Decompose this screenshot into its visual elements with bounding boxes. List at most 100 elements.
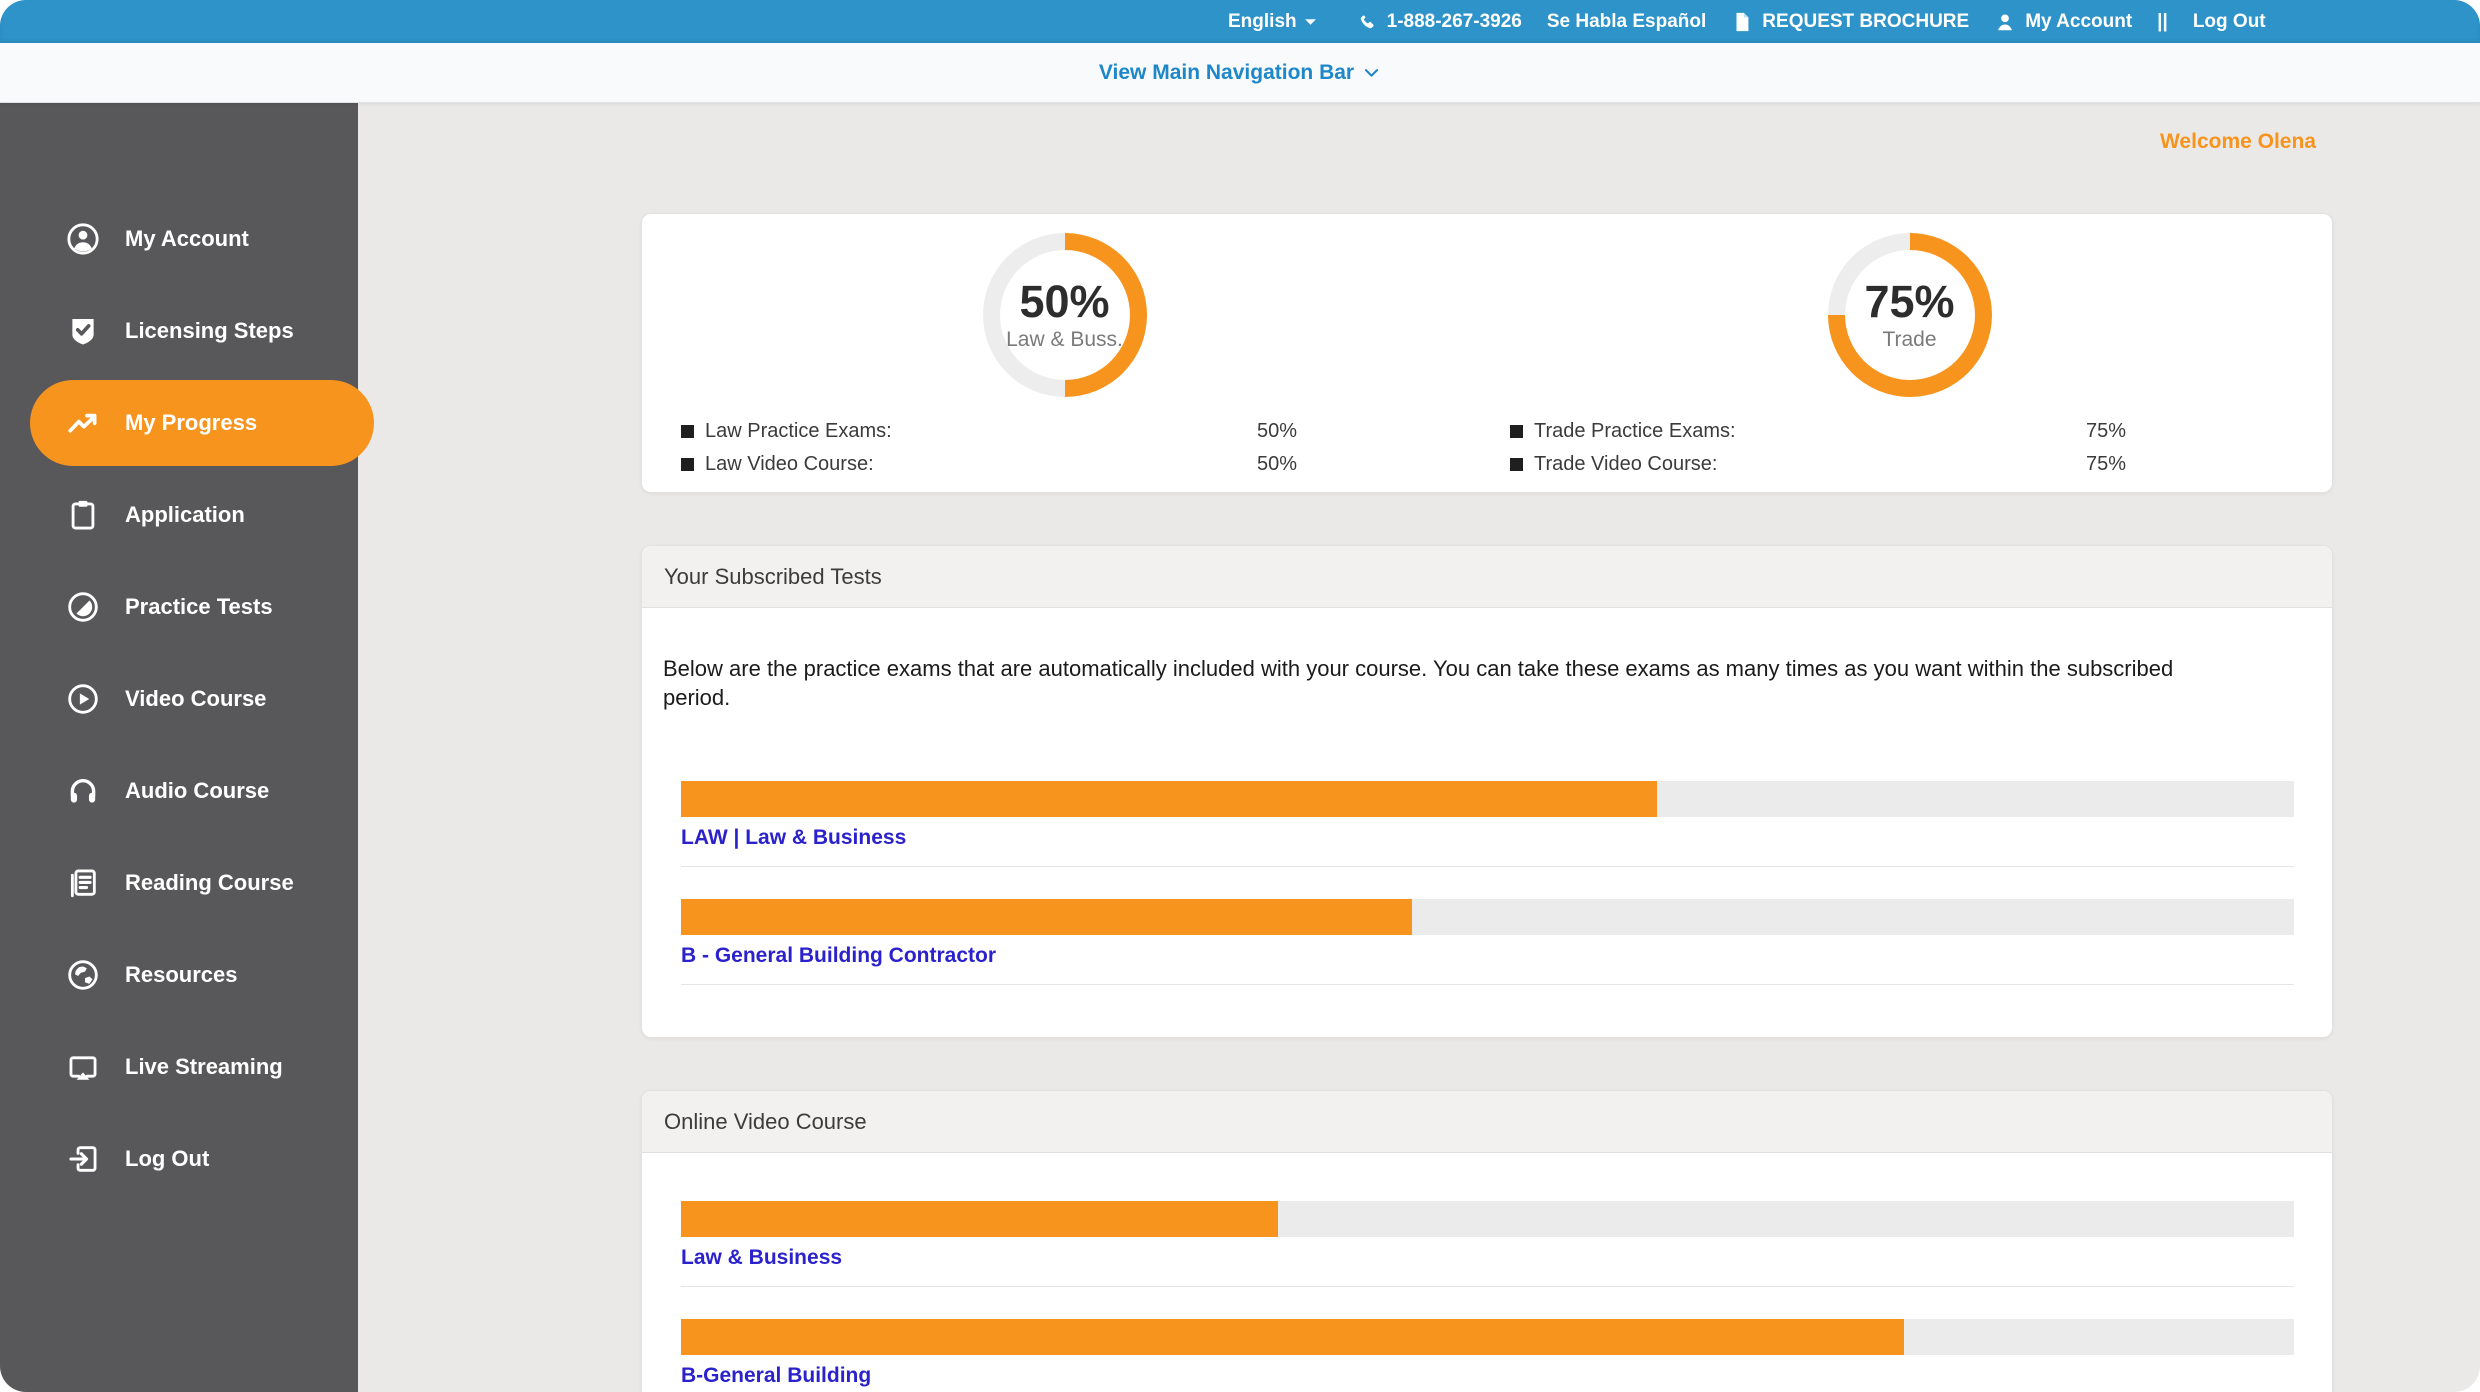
topbar-separator: ||	[2157, 10, 2168, 32]
sidebar-item-label: Practice Tests	[125, 594, 273, 619]
online-video-course-card: Online Video Course Law & Business B-Gen…	[641, 1090, 2333, 1392]
language-dropdown[interactable]: English	[1228, 11, 1317, 33]
trade-progress-donut: 75% Trade	[1827, 233, 1992, 397]
test-progress-row: B - General Building Contractor	[681, 899, 2294, 986]
view-main-navigation-label: View Main Navigation Bar	[1098, 60, 1355, 84]
headphones-icon	[66, 774, 100, 808]
test-progress-row: LAW | Law & Business	[681, 781, 2294, 868]
legend-label: Trade Practice Exams:	[1534, 420, 1736, 442]
sidebar-item-label: Live Streaming	[125, 1054, 283, 1079]
legend-bullet	[681, 458, 694, 471]
sidebar-item-label: My Progress	[125, 410, 258, 435]
sidebar-item-application[interactable]: Application	[0, 469, 358, 561]
sidebar-item-licensing-steps[interactable]: Licensing Steps	[0, 285, 358, 377]
app-page: English 1-888-267-3926 Se Habla Español …	[0, 0, 2480, 1392]
legend-label: Trade Video Course:	[1534, 453, 1718, 475]
card-title: Your Subscribed Tests	[642, 546, 2332, 608]
clipboard-icon	[66, 498, 100, 532]
card-title: Online Video Course	[642, 1091, 2332, 1154]
sidebar-item-label: Log Out	[125, 1146, 210, 1171]
pie-icon	[66, 590, 100, 624]
law-progress-donut: 50% Law & Buss.	[982, 233, 1147, 397]
subscribed-tests-description: Below are the practice exams that are au…	[663, 656, 2174, 711]
legend-row: Law Practice Exams: 50%	[681, 420, 1297, 443]
progress-fill	[681, 899, 1412, 936]
legend-value: 75%	[2085, 453, 2126, 475]
phone-icon	[1356, 11, 1378, 33]
sidebar-item-my-account[interactable]: My Account	[0, 193, 358, 285]
test-link[interactable]: LAW | Law & Business	[681, 826, 906, 850]
reading-icon	[66, 866, 100, 900]
progress-summary-card: 50% Law & Buss. 75% Trade Law Practice E…	[641, 213, 2333, 493]
legend-row: Trade Practice Exams: 75%	[1510, 420, 2126, 443]
sidebar-item-my-progress[interactable]: My Progress	[30, 380, 374, 466]
legend-bullet	[681, 425, 694, 438]
course-link[interactable]: B-General Building	[681, 1364, 871, 1388]
sidebar-item-log-out[interactable]: Log Out	[0, 1113, 358, 1205]
subscribed-tests-card: Your Subscribed Tests Below are the prac…	[641, 545, 2333, 1039]
sidebar-item-label: My Account	[125, 226, 249, 251]
main-content: Welcome Olena 50% Law & Buss. 75% Trade …	[358, 103, 2480, 1392]
sidebar-item-label: Reading Course	[125, 870, 294, 895]
globe-icon	[66, 958, 100, 992]
progress-track	[681, 1319, 2294, 1356]
sidebar-item-label: Audio Course	[125, 778, 270, 803]
phone-number: 1-888-267-3926	[1386, 10, 1522, 32]
language-label: English	[1228, 10, 1297, 32]
legend-label: Law Video Course:	[705, 453, 874, 475]
legend-bullet	[1510, 458, 1523, 471]
phone-link[interactable]: 1-888-267-3926	[1356, 11, 1522, 33]
sidebar-nav: My Account Licensing Steps My Progress A…	[0, 103, 374, 1392]
top-utility-bar: English 1-888-267-3926 Se Habla Español …	[0, 0, 2480, 43]
logout-link[interactable]: Log Out	[2193, 11, 2266, 33]
play-circle-icon	[66, 682, 100, 716]
person-icon	[1994, 11, 2016, 33]
user-icon	[66, 222, 100, 256]
progress-fill	[681, 781, 1657, 818]
legend-value: 75%	[2085, 420, 2126, 442]
view-main-navigation-toggle[interactable]: View Main Navigation Bar	[1099, 61, 1381, 85]
sidebar-item-video-course[interactable]: Video Course	[0, 653, 358, 745]
legend-value: 50%	[1256, 453, 1297, 475]
course-link[interactable]: Law & Business	[681, 1246, 842, 1270]
request-brochure-link[interactable]: REQUEST BROCHURE	[1731, 11, 1969, 33]
course-progress-row: Law & Business	[681, 1201, 2294, 1288]
legend-bullet	[1510, 425, 1523, 438]
donut-percent: 75%	[1864, 275, 1955, 327]
progress-track	[681, 781, 2294, 818]
se-habla-link[interactable]: Se Habla Español	[1547, 11, 1706, 33]
legend-label: Law Practice Exams:	[705, 420, 892, 442]
welcome-text: Welcome Olena	[2159, 130, 2316, 153]
logout-icon	[66, 1142, 100, 1176]
brochure-document-icon	[1731, 11, 1753, 33]
request-brochure-label: REQUEST BROCHURE	[1762, 10, 1970, 32]
progress-track	[681, 1201, 2294, 1238]
sidebar-item-live-streaming[interactable]: Live Streaming	[0, 1021, 358, 1113]
donut-sublabel: Trade	[1882, 327, 1937, 351]
secondary-nav-bar: View Main Navigation Bar	[0, 43, 2480, 103]
chevron-down-icon	[1304, 18, 1316, 25]
legend-row: Law Video Course: 50%	[681, 453, 1297, 476]
sidebar-item-reading-course[interactable]: Reading Course	[0, 837, 358, 929]
sidebar-item-audio-course[interactable]: Audio Course	[0, 745, 358, 837]
trend-up-icon	[66, 406, 100, 440]
donut-percent: 50%	[1019, 275, 1110, 327]
chevron-down-icon	[1365, 69, 1379, 77]
test-link[interactable]: B - General Building Contractor	[681, 944, 996, 968]
legend-value: 50%	[1256, 420, 1297, 442]
screen-cast-icon	[66, 1050, 100, 1084]
sidebar-item-label: Resources	[125, 962, 238, 987]
trade-legend: Trade Practice Exams: 75% Trade Video Co…	[1487, 420, 2332, 486]
my-account-label: My Account	[2025, 10, 2133, 32]
donut-sublabel: Law & Buss.	[1006, 327, 1123, 351]
my-account-link[interactable]: My Account	[1994, 11, 2132, 33]
progress-fill	[681, 1201, 1278, 1238]
legend-row: Trade Video Course: 75%	[1510, 453, 2126, 476]
sidebar-item-label: Application	[125, 502, 245, 527]
license-check-icon	[66, 314, 100, 348]
sidebar-item-label: Video Course	[125, 686, 267, 711]
sidebar-item-practice-tests[interactable]: Practice Tests	[0, 561, 358, 653]
sidebar-item-label: Licensing Steps	[125, 318, 294, 343]
sidebar-item-resources[interactable]: Resources	[0, 929, 358, 1021]
law-legend: Law Practice Exams: 50% Law Video Course…	[642, 420, 1487, 486]
